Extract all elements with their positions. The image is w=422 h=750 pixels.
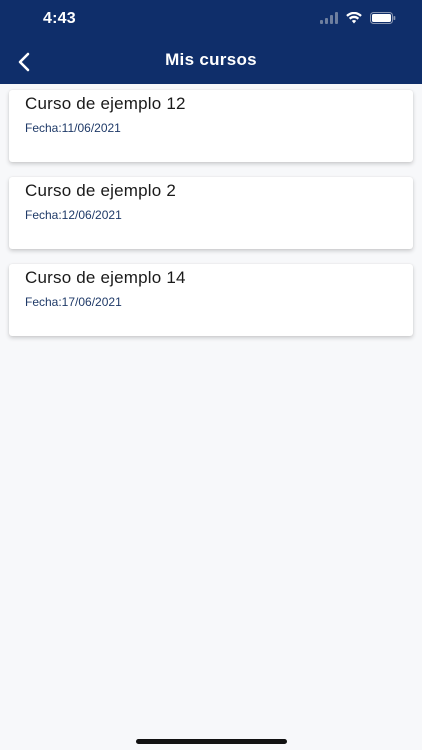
page-title: Mis cursos [165, 50, 257, 69]
app-header: 4:43 Mis cursos [0, 0, 422, 84]
cellular-signal-icon [320, 12, 338, 24]
course-date: Fecha:12/06/2021 [25, 208, 122, 222]
course-card[interactable]: Curso de ejemplo 14 Fecha:17/06/2021 [9, 264, 413, 336]
course-date: Fecha:11/06/2021 [25, 121, 121, 135]
course-title: Curso de ejemplo 14 [25, 268, 186, 287]
status-time: 4:43 [43, 10, 76, 27]
course-card[interactable]: Curso de ejemplo 12 Fecha:11/06/2021 [9, 90, 413, 162]
course-title: Curso de ejemplo 12 [25, 94, 186, 113]
battery-icon [370, 12, 396, 24]
status-indicators [320, 12, 396, 24]
course-card[interactable]: Curso de ejemplo 2 Fecha:12/06/2021 [9, 177, 413, 249]
course-title: Curso de ejemplo 2 [25, 181, 177, 200]
home-indicator[interactable] [136, 739, 287, 744]
course-date: Fecha:17/06/2021 [25, 295, 122, 309]
course-list: Curso de ejemplo 12 Fecha:11/06/2021 Cur… [9, 90, 413, 351]
wifi-icon [346, 12, 362, 24]
